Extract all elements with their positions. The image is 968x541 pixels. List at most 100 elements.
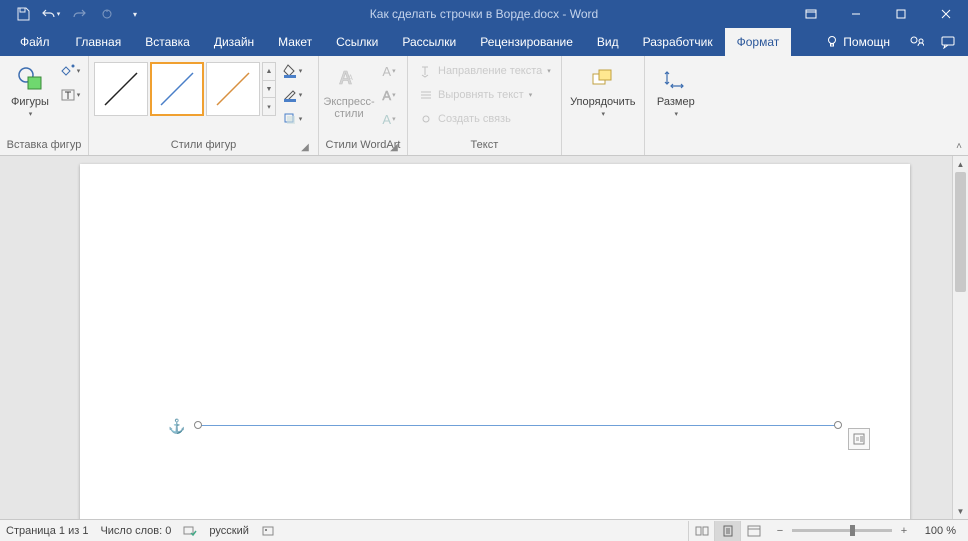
quick-styles-label: Экспресс-стили [323,96,374,120]
quick-styles-button[interactable]: Aᴀ Экспресс-стили [323,58,375,124]
page[interactable] [80,164,910,519]
shapes-label: Фигуры [11,96,49,108]
text-direction-label: Направление текста [438,65,542,77]
collapse-ribbon-button[interactable]: ˄ [956,141,962,152]
group-arrange: Упорядочить ▾ [562,56,645,155]
tab-review[interactable]: Рецензирование [468,28,585,56]
chevron-down-icon: ▾ [674,110,679,118]
group-shape-styles: ▲ ▼ ▾ ▾ ▾ ▾ Стили фигур ◢ [89,56,319,155]
page-number-status[interactable]: Страница 1 из 1 [6,525,88,537]
anchor-icon[interactable]: ⚓ [168,418,185,435]
quick-access-toolbar: ▾ ▾ [0,2,148,26]
tab-layout[interactable]: Макет [266,28,324,56]
link-icon [418,111,434,127]
tab-view[interactable]: Вид [585,28,631,56]
shape-style-3[interactable] [206,62,260,116]
ribbon-tabs: Файл Главная Вставка Дизайн Макет Ссылки… [0,28,968,56]
gallery-up[interactable]: ▲ [263,63,275,81]
tab-insert[interactable]: Вставка [133,28,202,56]
tab-home[interactable]: Главная [64,28,134,56]
create-link-button[interactable]: Создать связь [414,108,555,130]
zoom-level[interactable]: 100 % [916,525,956,537]
vertical-scrollbar[interactable]: ▲ ▼ [952,156,968,519]
close-button[interactable] [923,0,968,28]
wordart-launcher[interactable]: ◢ [387,140,401,154]
language-status[interactable]: русский [209,525,248,537]
align-text-button[interactable]: Выровнять текст▾ [414,84,555,106]
shape-styles-launcher[interactable]: ◢ [298,140,312,154]
shape-style-1[interactable] [94,62,148,116]
text-direction-button[interactable]: Направление текста▾ [414,60,555,82]
size-button[interactable]: Размер ▾ [649,58,703,122]
shape-style-2[interactable] [150,62,204,116]
edit-shape-button[interactable]: ▾ [58,60,82,82]
line-handle-start[interactable] [194,421,202,429]
ribbon-display-button[interactable] [788,0,833,28]
align-text-label: Выровнять текст [438,89,524,101]
group-label-text: Текст [412,139,557,155]
macro-status[interactable] [261,524,275,538]
zoom-out-button[interactable]: − [772,525,788,537]
redo-button[interactable] [66,2,92,26]
group-wordart-styles: Aᴀ Экспресс-стили A▾ A▾ A▾ Стили WordArt… [319,56,408,155]
gallery-more[interactable]: ▾ [263,98,275,115]
text-effects-button[interactable]: A▾ [377,108,401,130]
scroll-thumb[interactable] [955,172,966,292]
shape-effects-button[interactable]: ▾ [280,108,304,130]
gallery-down[interactable]: ▼ [263,81,275,99]
document-area[interactable]: ⚓ [0,156,952,519]
tell-me-search[interactable]: Помощн [817,35,898,49]
align-text-icon [418,87,434,103]
zoom-thumb[interactable] [850,525,855,536]
line-handle-end[interactable] [834,421,842,429]
zoom-slider[interactable] [792,529,892,532]
scroll-down[interactable]: ▼ [953,503,968,519]
shapes-button[interactable]: Фигуры ▾ [4,58,56,122]
shape-outline-button[interactable]: ▾ [280,84,304,106]
minimize-button[interactable] [833,0,878,28]
svg-text:ᴀ: ᴀ [348,72,353,83]
maximize-button[interactable] [878,0,923,28]
group-label-size [649,139,703,155]
tab-format[interactable]: Формат [725,28,792,56]
shape-style-gallery: ▲ ▼ ▾ [93,58,276,120]
tab-references[interactable]: Ссылки [324,28,390,56]
save-button[interactable] [10,2,36,26]
arrange-label: Упорядочить [570,96,635,108]
group-insert-shapes: Фигуры ▾ ▾ ▾ Вставка фигур [0,56,89,155]
text-outline-button[interactable]: A▾ [377,84,401,106]
spell-check-status[interactable] [183,524,197,538]
layout-options-button[interactable] [848,428,870,450]
scroll-up[interactable]: ▲ [953,156,968,172]
group-label-shape-styles: Стили фигур ◢ [93,139,314,155]
print-layout-button[interactable] [714,521,740,541]
text-fill-button[interactable]: A▾ [377,60,401,82]
share-button[interactable] [902,30,930,54]
web-layout-button[interactable] [740,521,766,541]
wordart-icon: Aᴀ [333,62,365,94]
tab-mailings[interactable]: Рассылки [390,28,468,56]
arrange-button[interactable]: Упорядочить ▾ [566,58,640,122]
window-controls [788,0,968,28]
comments-button[interactable] [934,30,962,54]
group-size: Размер ▾ [645,56,707,155]
read-mode-button[interactable] [688,521,714,541]
chevron-down-icon: ▾ [601,110,606,118]
tab-design[interactable]: Дизайн [202,28,266,56]
zoom-in-button[interactable]: + [896,525,912,537]
draw-text-box-button[interactable]: ▾ [58,84,82,106]
titlebar: ▾ ▾ Как сделать строчки в Ворде.docx - W… [0,0,968,28]
undo-button[interactable]: ▾ [38,2,64,26]
tab-developer[interactable]: Разработчик [631,28,725,56]
scroll-track[interactable] [953,172,968,503]
start-over-button[interactable] [94,2,120,26]
text-direction-icon [418,63,434,79]
group-label-wordart: Стили WordArt ◢ [323,139,403,155]
word-count-status[interactable]: Число слов: 0 [100,525,171,537]
shape-fill-button[interactable]: ▾ [280,60,304,82]
qat-customize[interactable]: ▾ [122,2,148,26]
lightbulb-icon [825,35,839,49]
arrange-icon [587,62,619,94]
line-shape[interactable] [198,425,838,426]
tab-file[interactable]: Файл [6,28,64,56]
